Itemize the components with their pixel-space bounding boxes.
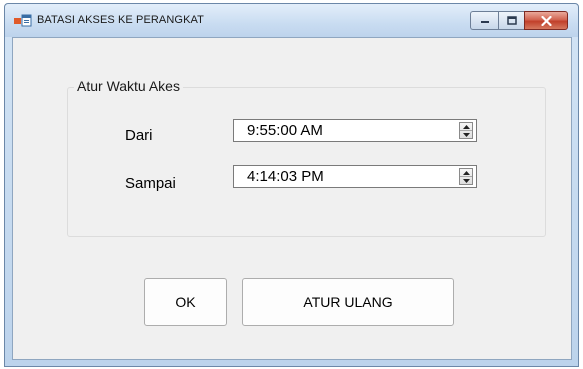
window-title: BATASI AKSES KE PERANGKAT	[37, 14, 204, 26]
from-spinner[interactable]	[459, 122, 473, 139]
reset-button[interactable]: ATUR ULANG	[242, 278, 454, 326]
spin-up-icon	[462, 170, 470, 175]
spin-up-icon	[462, 124, 470, 129]
to-spin-down-button[interactable]	[460, 177, 472, 184]
from-label: Dari	[125, 127, 153, 144]
group-title: Atur Waktu Akes	[74, 78, 183, 94]
close-icon	[540, 15, 552, 26]
to-spinner[interactable]	[459, 168, 473, 185]
form-app-icon	[14, 14, 32, 27]
minimize-button[interactable]	[470, 11, 498, 30]
minimize-icon	[480, 20, 489, 23]
from-time-picker[interactable]: 9:55:00 AM	[233, 119, 477, 142]
close-button[interactable]	[524, 11, 568, 30]
from-spin-down-button[interactable]	[460, 131, 472, 138]
maximize-icon	[506, 16, 517, 25]
from-spin-up-button[interactable]	[460, 123, 472, 131]
maximize-button[interactable]	[498, 11, 524, 30]
to-label: Sampai	[125, 175, 176, 192]
form-client-area: Atur Waktu Akes Dari 9:55:00 AM Sampai 4…	[12, 37, 572, 360]
to-spin-up-button[interactable]	[460, 169, 472, 177]
spin-down-icon	[462, 178, 470, 183]
time-settings-group: Atur Waktu Akes	[67, 78, 546, 237]
title-bar[interactable]: BATASI AKSES KE PERANGKAT	[5, 4, 578, 37]
to-time-value[interactable]: 4:14:03 PM	[247, 168, 324, 185]
window-controls	[470, 11, 568, 30]
spin-down-icon	[462, 132, 470, 137]
main-window: BATASI AKSES KE PERANGKAT Atur Waktu Ake…	[4, 3, 579, 367]
from-time-value[interactable]: 9:55:00 AM	[247, 122, 323, 139]
to-time-picker[interactable]: 4:14:03 PM	[233, 165, 477, 188]
ok-button[interactable]: OK	[144, 278, 227, 326]
